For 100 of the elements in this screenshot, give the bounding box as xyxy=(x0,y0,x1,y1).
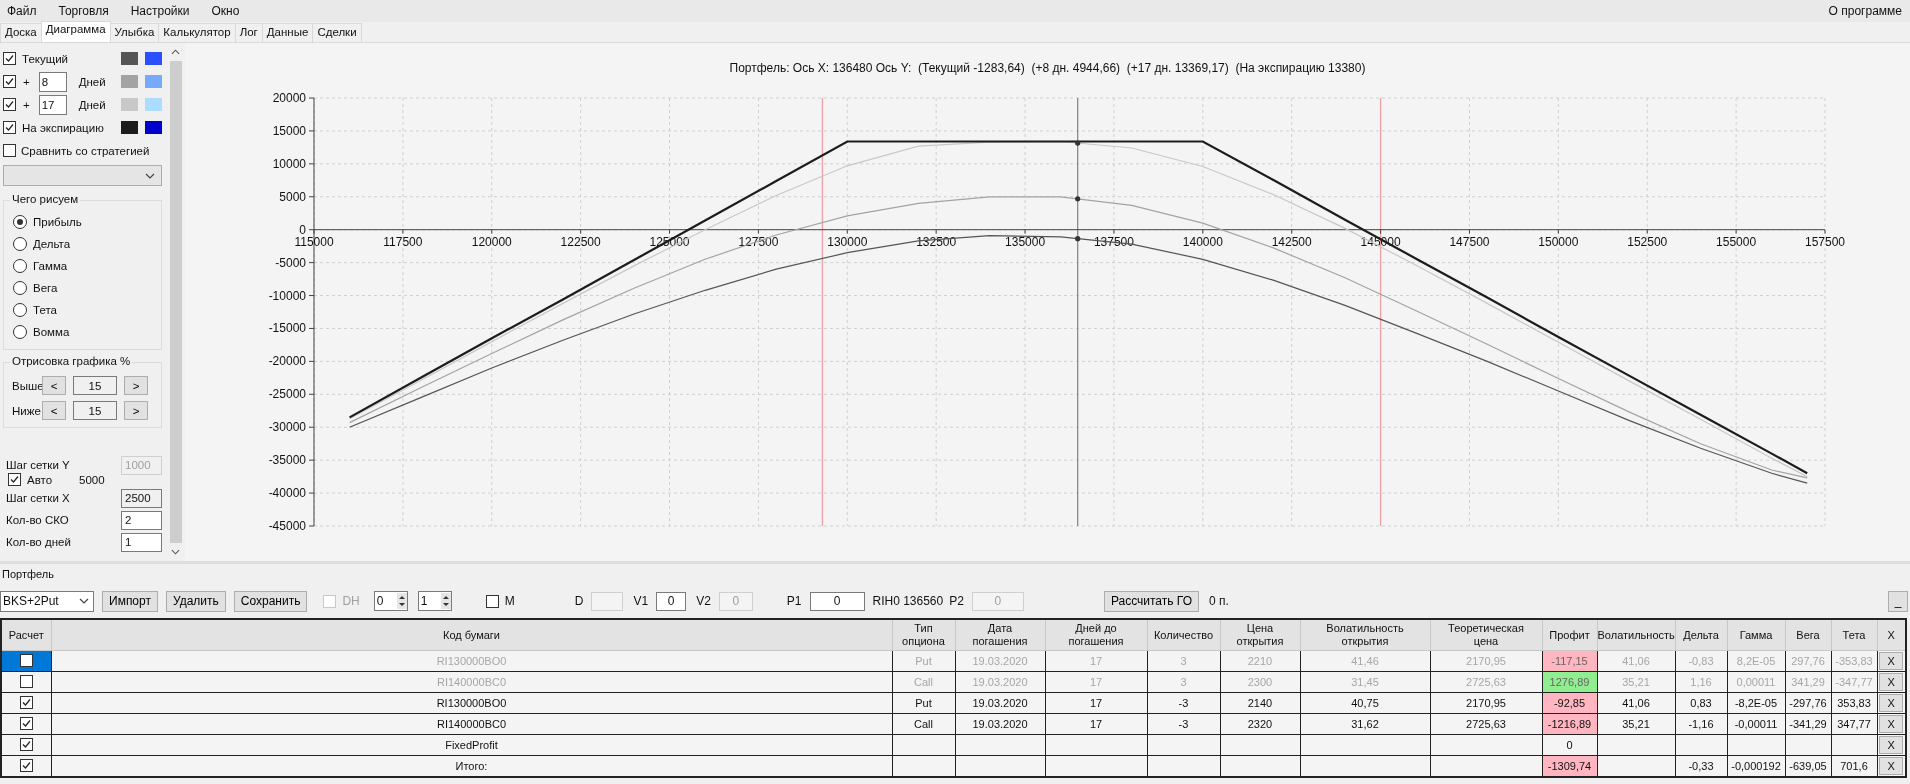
delete-button[interactable]: X xyxy=(1879,652,1904,670)
table-cell[interactable] xyxy=(1,671,51,693)
minimize-button[interactable]: _ xyxy=(1888,590,1908,612)
input-field[interactable]: 0 xyxy=(656,591,687,611)
checkbox[interactable] xyxy=(3,98,16,111)
delete-button[interactable]: X xyxy=(1879,736,1904,754)
checkbox[interactable] xyxy=(19,759,33,772)
checkbox[interactable] xyxy=(3,144,16,157)
setting-field[interactable]: 2500 xyxy=(121,488,162,508)
radio-button[interactable] xyxy=(13,303,27,317)
column-header[interactable]: Расчет xyxy=(1,619,51,651)
checkbox-label: Сравнить со стратегией xyxy=(21,144,150,157)
table-cell[interactable] xyxy=(1,713,51,735)
table-cell: RI140000BC0 xyxy=(51,671,892,693)
increase-button[interactable]: > xyxy=(124,401,148,420)
scroll-down-icon[interactable] xyxy=(171,549,180,555)
toolbar-button[interactable]: Сохранить xyxy=(233,590,308,612)
range-field[interactable]: 15 xyxy=(73,401,117,420)
delete-button[interactable]: X xyxy=(1879,715,1904,733)
menu-item[interactable]: Файл xyxy=(7,4,37,18)
axis-label: 122500 xyxy=(560,234,601,249)
column-header[interactable]: Цена открытия xyxy=(1220,619,1300,651)
toolbar-button[interactable]: Рассчитать ГО xyxy=(1103,590,1200,612)
table-cell[interactable] xyxy=(1,692,51,714)
range-field[interactable]: 15 xyxy=(73,376,117,395)
table-cell[interactable] xyxy=(1,755,51,777)
axis-label: 135000 xyxy=(1005,234,1046,249)
caret-icon xyxy=(145,172,155,179)
delete-button[interactable]: X xyxy=(1879,757,1904,775)
checkbox[interactable] xyxy=(19,653,33,667)
portfolio-dropdown[interactable]: BKS+2Put xyxy=(0,590,94,612)
table-cell[interactable] xyxy=(1,734,51,756)
delete-button[interactable]: X xyxy=(1879,694,1904,712)
spin-arrows-icon[interactable] xyxy=(396,593,407,609)
tab[interactable]: Диаграмма xyxy=(40,21,111,42)
color-swatch[interactable] xyxy=(121,121,138,134)
menu-item[interactable]: Окно xyxy=(211,4,240,18)
setting-field[interactable]: 1 xyxy=(121,532,162,552)
axis-label: 147500 xyxy=(1449,234,1490,249)
range-label: Ниже xyxy=(12,404,42,417)
checkbox[interactable] xyxy=(19,674,33,688)
days-field[interactable]: 17 xyxy=(38,94,67,115)
axis-label: 120000 xyxy=(471,234,512,249)
spin-field[interactable]: 0 xyxy=(373,591,408,611)
scroll-up-icon[interactable] xyxy=(171,49,180,55)
checkbox[interactable] xyxy=(8,473,21,486)
column-header[interactable]: Гамма xyxy=(1727,619,1785,651)
radio-button[interactable] xyxy=(13,325,27,339)
column-header[interactable]: Профит xyxy=(1542,619,1597,651)
menu-item[interactable]: Настройки xyxy=(130,4,190,18)
color-swatch[interactable] xyxy=(145,52,162,65)
decrease-button[interactable]: < xyxy=(42,401,66,420)
tab[interactable]: Доска xyxy=(0,23,42,42)
column-header[interactable]: Волатильность xyxy=(1597,619,1675,651)
color-swatch[interactable] xyxy=(145,121,162,134)
field-label: D xyxy=(574,594,584,608)
toolbar-button[interactable]: Удалить xyxy=(165,590,226,612)
decrease-button[interactable]: < xyxy=(42,376,66,395)
radio-button[interactable] xyxy=(13,215,27,229)
toolbar-button[interactable]: Импорт xyxy=(102,590,158,612)
column-header[interactable]: Количество xyxy=(1147,619,1220,651)
column-header[interactable]: Тета xyxy=(1831,619,1877,651)
column-header[interactable]: Дата погашения xyxy=(955,619,1045,651)
color-swatch[interactable] xyxy=(145,75,162,88)
column-header[interactable]: Код бумаги xyxy=(51,619,892,651)
checkbox[interactable] xyxy=(19,696,33,709)
column-header[interactable]: Волатильность открытия xyxy=(1300,619,1430,651)
column-header[interactable]: Дней до погашения xyxy=(1045,619,1147,651)
tab[interactable]: Сделки xyxy=(312,23,362,42)
axis-label: -10000 xyxy=(268,288,306,303)
setting-field[interactable]: 2 xyxy=(121,510,162,530)
spin-field[interactable]: 1 xyxy=(417,591,452,611)
axis-label: 132500 xyxy=(916,234,957,249)
menu-item[interactable]: О программе xyxy=(1828,4,1902,18)
checkbox[interactable] xyxy=(3,75,16,88)
increase-button[interactable]: > xyxy=(124,376,148,395)
column-header[interactable]: Вега xyxy=(1785,619,1831,651)
color-swatch[interactable] xyxy=(145,98,162,111)
axis-label: 20000 xyxy=(272,91,306,105)
color-swatch[interactable] xyxy=(121,52,138,65)
radio-button[interactable] xyxy=(13,237,27,251)
column-header[interactable]: Дельта xyxy=(1675,619,1727,651)
radio-button[interactable] xyxy=(13,281,27,295)
column-header[interactable]: Теоретическая цена xyxy=(1430,619,1542,651)
checkbox[interactable] xyxy=(3,52,16,65)
checkbox[interactable] xyxy=(3,121,16,134)
table-cell[interactable] xyxy=(1,650,51,672)
input-field[interactable]: 0 xyxy=(809,591,865,611)
column-header[interactable]: Тип опциона xyxy=(892,619,955,651)
column-header[interactable]: X xyxy=(1877,619,1906,651)
radio-button[interactable] xyxy=(13,259,27,273)
checkbox[interactable] xyxy=(19,738,33,751)
color-swatch[interactable] xyxy=(121,75,138,88)
spin-arrows-icon[interactable] xyxy=(440,593,451,609)
delete-button[interactable]: X xyxy=(1879,673,1904,691)
menu-item[interactable]: Торговля xyxy=(58,4,109,18)
color-swatch[interactable] xyxy=(121,98,138,111)
checkbox[interactable] xyxy=(19,717,33,730)
checkbox[interactable] xyxy=(485,594,499,608)
days-field[interactable]: 8 xyxy=(38,71,67,92)
